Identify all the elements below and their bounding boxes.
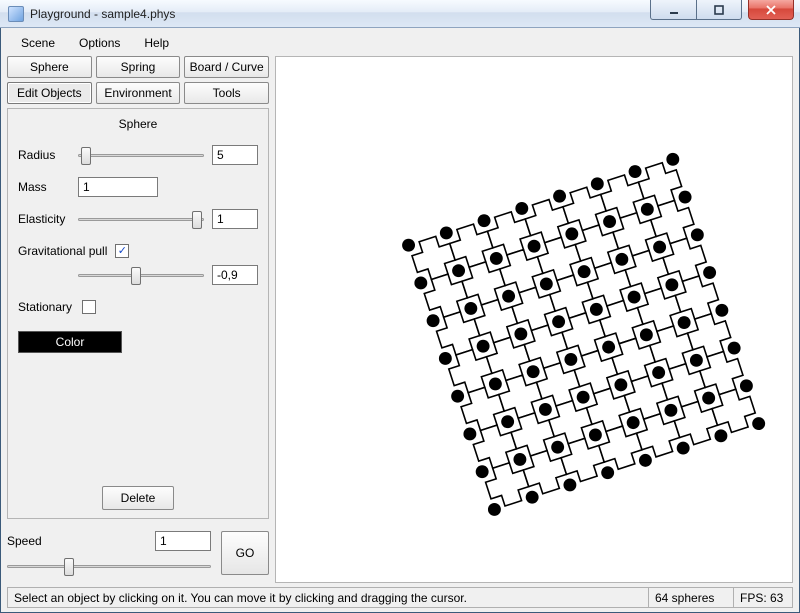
tab-environment[interactable]: Environment bbox=[96, 82, 181, 104]
tab-spring[interactable]: Spring bbox=[96, 56, 181, 78]
status-spheres: 64 spheres bbox=[648, 587, 733, 608]
tab-board-curve[interactable]: Board / Curve bbox=[184, 56, 269, 78]
delete-button[interactable]: Delete bbox=[102, 486, 174, 510]
titlebar: Playground - sample4.phys bbox=[0, 0, 800, 28]
minimize-icon bbox=[668, 4, 680, 16]
grav-label: Gravitational pull bbox=[18, 244, 107, 258]
menu-help[interactable]: Help bbox=[134, 34, 179, 52]
grav-value[interactable]: -0,9 bbox=[212, 265, 258, 285]
properties-panel: Sphere Radius 5 Mass 1 Elasticity bbox=[7, 108, 269, 519]
grav-slider[interactable] bbox=[78, 266, 204, 284]
simulation-viewport[interactable] bbox=[275, 56, 793, 583]
color-button[interactable]: Color bbox=[18, 331, 122, 353]
maximize-icon bbox=[713, 4, 725, 16]
close-button[interactable] bbox=[748, 0, 794, 20]
speed-value[interactable]: 1 bbox=[155, 531, 211, 551]
elasticity-label: Elasticity bbox=[18, 212, 78, 226]
status-bar: Select an object by clicking on it. You … bbox=[7, 587, 793, 608]
radius-slider[interactable] bbox=[78, 146, 204, 164]
grav-checkbox[interactable]: ✓ bbox=[115, 244, 129, 258]
status-fps: FPS: 63 bbox=[733, 587, 793, 608]
status-hint: Select an object by clicking on it. You … bbox=[7, 587, 648, 608]
app-icon bbox=[8, 6, 24, 22]
check-icon: ✓ bbox=[118, 246, 127, 257]
tab-tools[interactable]: Tools bbox=[184, 82, 269, 104]
panel-title: Sphere bbox=[18, 117, 258, 131]
speed-slider[interactable] bbox=[7, 557, 211, 575]
elasticity-slider[interactable] bbox=[78, 210, 204, 228]
left-panel: Sphere Spring Board / Curve Edit Objects… bbox=[7, 56, 269, 583]
speed-label: Speed bbox=[7, 534, 67, 548]
tab-edit-objects[interactable]: Edit Objects bbox=[7, 82, 92, 104]
minimize-button[interactable] bbox=[650, 0, 696, 20]
stationary-label: Stationary bbox=[18, 300, 72, 314]
radius-value[interactable]: 5 bbox=[212, 145, 258, 165]
stationary-checkbox[interactable] bbox=[82, 300, 96, 314]
menu-options[interactable]: Options bbox=[69, 34, 130, 52]
radius-label: Radius bbox=[18, 148, 78, 162]
maximize-button[interactable] bbox=[696, 0, 742, 20]
tab-sphere[interactable]: Sphere bbox=[7, 56, 92, 78]
mass-label: Mass bbox=[18, 180, 78, 194]
go-button[interactable]: GO bbox=[221, 531, 269, 575]
close-icon bbox=[765, 4, 777, 16]
menubar: Scene Options Help bbox=[7, 32, 793, 54]
lattice-shape bbox=[276, 57, 792, 582]
menu-scene[interactable]: Scene bbox=[11, 34, 65, 52]
elasticity-value[interactable]: 1 bbox=[212, 209, 258, 229]
window-title: Playground - sample4.phys bbox=[30, 7, 175, 21]
mass-value[interactable]: 1 bbox=[78, 177, 158, 197]
